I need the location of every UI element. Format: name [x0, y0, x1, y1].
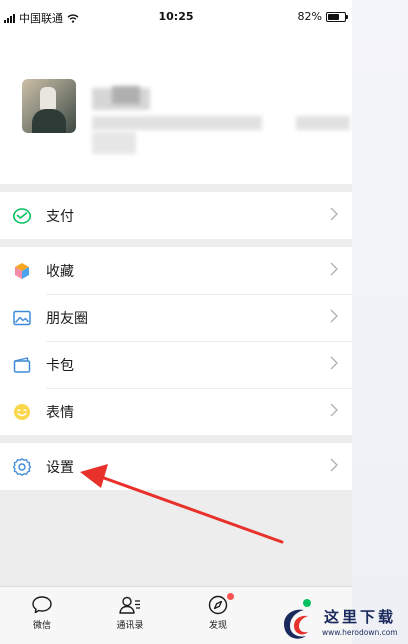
- annotation-arrow: [80, 464, 284, 544]
- watermark: 这里下载 www.herodown.com: [276, 604, 404, 644]
- arrow-head: [80, 464, 108, 488]
- arrow-shaft: [102, 476, 284, 544]
- watermark-title: 这里下载: [324, 608, 397, 626]
- watermark-logo-icon: [284, 609, 308, 639]
- watermark-url: www.herodown.com: [322, 628, 398, 637]
